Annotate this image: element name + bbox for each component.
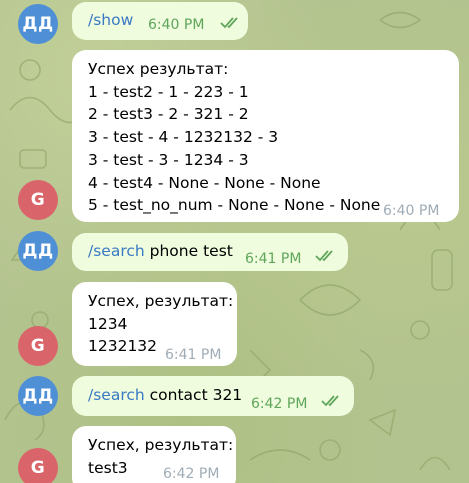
message-text-rest: contact 321: [144, 386, 243, 404]
message-time: 6:41 PM: [245, 251, 302, 267]
message-time: 6:41 PM: [165, 347, 222, 363]
message-bubble-incoming[interactable]: Успех, результат: 1234 1232132 6:41 PM: [72, 282, 237, 366]
message-time: 6:42 PM: [163, 466, 220, 482]
message-line: 4 - test4 - None - None - None: [88, 173, 321, 192]
message-line: 3 - test - 4 - 1232132 - 3: [88, 128, 279, 147]
avatar[interactable]: ДД: [18, 376, 58, 416]
message-text: Успех результат: 1 - test2 - 1 - 223 - 1…: [88, 58, 380, 217]
message-line: Успех, результат:: [88, 292, 234, 310]
message-bubble-outgoing[interactable]: /show 6:40 PM: [72, 2, 248, 40]
message-text: /search phone test: [88, 240, 233, 263]
bot-command-link[interactable]: /search: [88, 386, 145, 404]
avatar[interactable]: G: [18, 326, 58, 366]
bot-command-link[interactable]: /show: [88, 11, 133, 29]
message-bubble-outgoing[interactable]: /search phone test 6:41 PM: [72, 233, 348, 271]
avatar[interactable]: ДД: [18, 231, 58, 271]
double-check-icon: [315, 250, 333, 262]
message-line: Успех результат:: [88, 60, 229, 78]
message-line: 2 - test3 - 2 - 321 - 2: [88, 105, 249, 124]
message-bubble-incoming[interactable]: Успех, результат: test3 6:42 PM: [72, 426, 236, 483]
message-line: Успех, результат:: [88, 436, 234, 454]
message-bubble-incoming[interactable]: Успех результат: 1 - test2 - 1 - 223 - 1…: [72, 50, 459, 222]
message-time: 6:40 PM: [383, 203, 440, 219]
message-time: 6:40 PM: [148, 17, 205, 33]
message-time: 6:42 PM: [251, 396, 308, 412]
message-text: /show: [88, 9, 133, 32]
double-check-icon: [321, 395, 339, 407]
message-line: 1 - test2 - 1 - 223 - 1: [88, 82, 249, 101]
bot-command-link[interactable]: /search: [88, 242, 145, 260]
avatar[interactable]: ДД: [18, 4, 58, 44]
message-text: /search contact 321: [88, 384, 242, 407]
avatar[interactable]: G: [18, 180, 58, 220]
message-line: 1234: [88, 314, 128, 333]
message-line: 3 - test - 3 - 1234 - 3: [88, 150, 249, 169]
message-text-rest: phone test: [144, 242, 233, 260]
message-bubble-outgoing[interactable]: /search contact 321 6:42 PM: [72, 376, 354, 416]
message-line: 5 - test_no_num - None - None - None: [88, 196, 381, 215]
avatar[interactable]: G: [18, 448, 58, 483]
double-check-icon: [220, 17, 238, 29]
